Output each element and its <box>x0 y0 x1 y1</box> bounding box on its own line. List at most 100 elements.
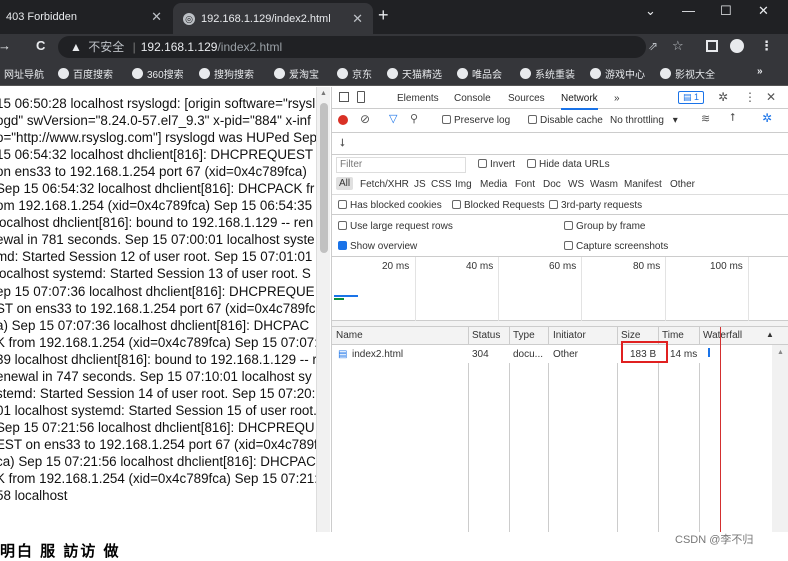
inspect-icon[interactable] <box>339 92 349 102</box>
filter-funnel-icon[interactable]: ▽ <box>389 112 397 125</box>
timeline-tick: 40 ms <box>466 261 494 272</box>
filter-doc[interactable]: Doc <box>543 179 561 190</box>
page-scrollbar[interactable]: ▲ <box>316 87 330 532</box>
export-har-icon[interactable]: ⭣ <box>340 137 345 150</box>
filter-js[interactable]: JS <box>414 179 426 190</box>
device-toolbar-icon[interactable] <box>357 91 365 103</box>
minimize-button[interactable]: — <box>682 0 695 34</box>
menu-icon[interactable]: ⋮ <box>760 38 773 54</box>
column-size[interactable]: Size <box>621 330 640 341</box>
column-time[interactable]: Time <box>662 330 684 341</box>
close-tab-icon[interactable]: ✕ <box>352 11 363 27</box>
column-waterfall[interactable]: Waterfall <box>703 330 742 341</box>
column-status[interactable]: Status <box>472 330 500 341</box>
checkbox-box <box>549 200 558 209</box>
close-window-button[interactable]: ✕ <box>758 0 769 34</box>
blocked-requests-checkbox[interactable]: Blocked Requests <box>452 200 545 211</box>
filter-ws[interactable]: WS <box>568 179 584 190</box>
overview-bar <box>334 298 344 300</box>
bookmarks-more-button[interactable]: » <box>757 66 763 77</box>
invert-checkbox[interactable]: Invert <box>478 159 515 170</box>
checkbox-box <box>528 115 537 124</box>
use-large-rows-checkbox[interactable]: Use large request rows <box>338 221 453 232</box>
maximize-button[interactable]: ☐ <box>720 0 732 34</box>
bookmark-item[interactable]: 系统重装 <box>520 66 575 81</box>
has-blocked-cookies-checkbox[interactable]: Has blocked cookies <box>338 200 442 211</box>
filter-media[interactable]: Media <box>480 179 507 190</box>
filter-img[interactable]: Img <box>455 179 472 190</box>
profile-avatar[interactable] <box>730 39 744 53</box>
more-tabs-button[interactable]: » <box>614 93 620 104</box>
import-har-icon[interactable]: ⭡ <box>730 112 735 125</box>
bookmark-item[interactable]: 百度搜索 <box>58 66 113 81</box>
record-icon[interactable] <box>338 115 348 125</box>
filter-css[interactable]: CSS <box>431 179 452 190</box>
scroll-up-arrow-icon[interactable]: ▲ <box>777 349 784 356</box>
column-type[interactable]: Type <box>513 330 535 341</box>
new-tab-button[interactable]: + <box>378 5 389 26</box>
bookmark-item[interactable]: 搜狗搜索 <box>199 66 254 81</box>
bookmark-item[interactable]: 360搜索 <box>132 66 184 81</box>
settings-gear-icon[interactable]: ✲ <box>718 90 728 104</box>
network-conditions-icon[interactable]: ≋ <box>701 112 710 125</box>
throttling-select[interactable]: No throttling ▾ <box>610 115 678 126</box>
search-icon[interactable]: ⚲ <box>410 112 418 125</box>
sort-arrow-icon[interactable]: ▲ <box>766 330 774 339</box>
column-initiator[interactable]: Initiator <box>553 330 586 341</box>
kebab-menu-icon[interactable]: ⋮ <box>744 90 756 104</box>
filter-input[interactable]: Filter <box>336 157 466 173</box>
tab-network[interactable]: Network <box>561 93 598 110</box>
bookmark-icon <box>337 68 348 79</box>
filter-other[interactable]: Other <box>670 179 695 190</box>
bookmark-icon <box>590 68 601 79</box>
timeline-overview[interactable]: 20 ms 40 ms 60 ms 80 ms 100 ms <box>332 257 788 321</box>
filter-manifest[interactable]: Manifest <box>624 179 662 190</box>
third-party-requests-checkbox[interactable]: 3rd-party requests <box>549 200 642 211</box>
bookmark-item[interactable]: 影视大全 <box>660 66 715 81</box>
filter-fetch-xhr[interactable]: Fetch/XHR <box>360 179 409 190</box>
blocked-filter-row: Has blocked cookies Blocked Requests 3rd… <box>332 195 788 215</box>
tab-search-chevron-icon[interactable]: ⌄ <box>645 0 656 34</box>
hide-data-urls-checkbox[interactable]: Hide data URLs <box>527 159 610 170</box>
address-bar[interactable]: ▲ 不安全 | 192.168.1.129/index2.html <box>58 36 646 58</box>
scrollbar-thumb[interactable] <box>320 103 328 253</box>
cell-name[interactable]: index2.html <box>352 349 403 360</box>
bookmark-item[interactable]: 爱淘宝 <box>274 66 319 81</box>
issues-badge[interactable]: ▤ 1 <box>678 91 705 104</box>
preserve-log-checkbox[interactable]: Preserve log <box>442 115 510 126</box>
show-overview-checkbox[interactable]: Show overview <box>338 241 417 252</box>
tab-sources[interactable]: Sources <box>508 93 545 104</box>
group-by-frame-checkbox[interactable]: Group by frame <box>564 221 645 232</box>
bookmark-item[interactable]: 京东 <box>337 66 372 81</box>
network-settings-gear-icon[interactable]: ✲ <box>762 111 772 125</box>
reload-button[interactable]: C <box>36 38 45 53</box>
table-scrollbar[interactable]: ▲ <box>772 345 788 532</box>
tab-console[interactable]: Console <box>454 93 491 104</box>
capture-screenshots-checkbox[interactable]: Capture screenshots <box>564 241 668 252</box>
tab-elements[interactable]: Elements <box>397 93 439 104</box>
bookmark-item[interactable]: 天猫精选 <box>387 66 442 81</box>
bookmark-item[interactable]: 网址导航 <box>4 66 44 81</box>
sidebar-icon[interactable] <box>706 40 718 52</box>
tab-403-forbidden[interactable]: 403 Forbidden ✕ <box>0 0 172 34</box>
close-devtools-icon[interactable]: ✕ <box>766 90 776 104</box>
scroll-up-arrow-icon[interactable]: ▲ <box>320 90 327 97</box>
disable-cache-checkbox[interactable]: Disable cache <box>528 115 603 126</box>
table-row[interactable]: ▤ index2.html 304 docu... Other 183 B 14… <box>332 345 772 363</box>
bookmark-item[interactable]: 唯品会 <box>457 66 502 81</box>
tab-index2[interactable]: ◎ 192.168.1.129/index2.html ✕ <box>173 3 373 34</box>
share-icon[interactable]: ⇗ <box>648 39 658 53</box>
filter-wasm[interactable]: Wasm <box>590 179 618 190</box>
star-icon[interactable]: ☆ <box>672 38 684 54</box>
clear-icon[interactable]: ⊘ <box>360 112 370 126</box>
url-path: /index2.html <box>217 40 283 54</box>
bookmark-icon <box>58 68 69 79</box>
filter-font[interactable]: Font <box>515 179 535 190</box>
forward-button[interactable]: → <box>0 38 11 53</box>
close-tab-icon[interactable]: ✕ <box>151 9 162 25</box>
checkbox-box <box>564 221 573 230</box>
filter-all[interactable]: All <box>336 177 354 190</box>
bookmark-item[interactable]: 游戏中心 <box>590 66 645 81</box>
waterfall-bar <box>708 348 710 357</box>
column-name[interactable]: Name <box>336 330 363 341</box>
